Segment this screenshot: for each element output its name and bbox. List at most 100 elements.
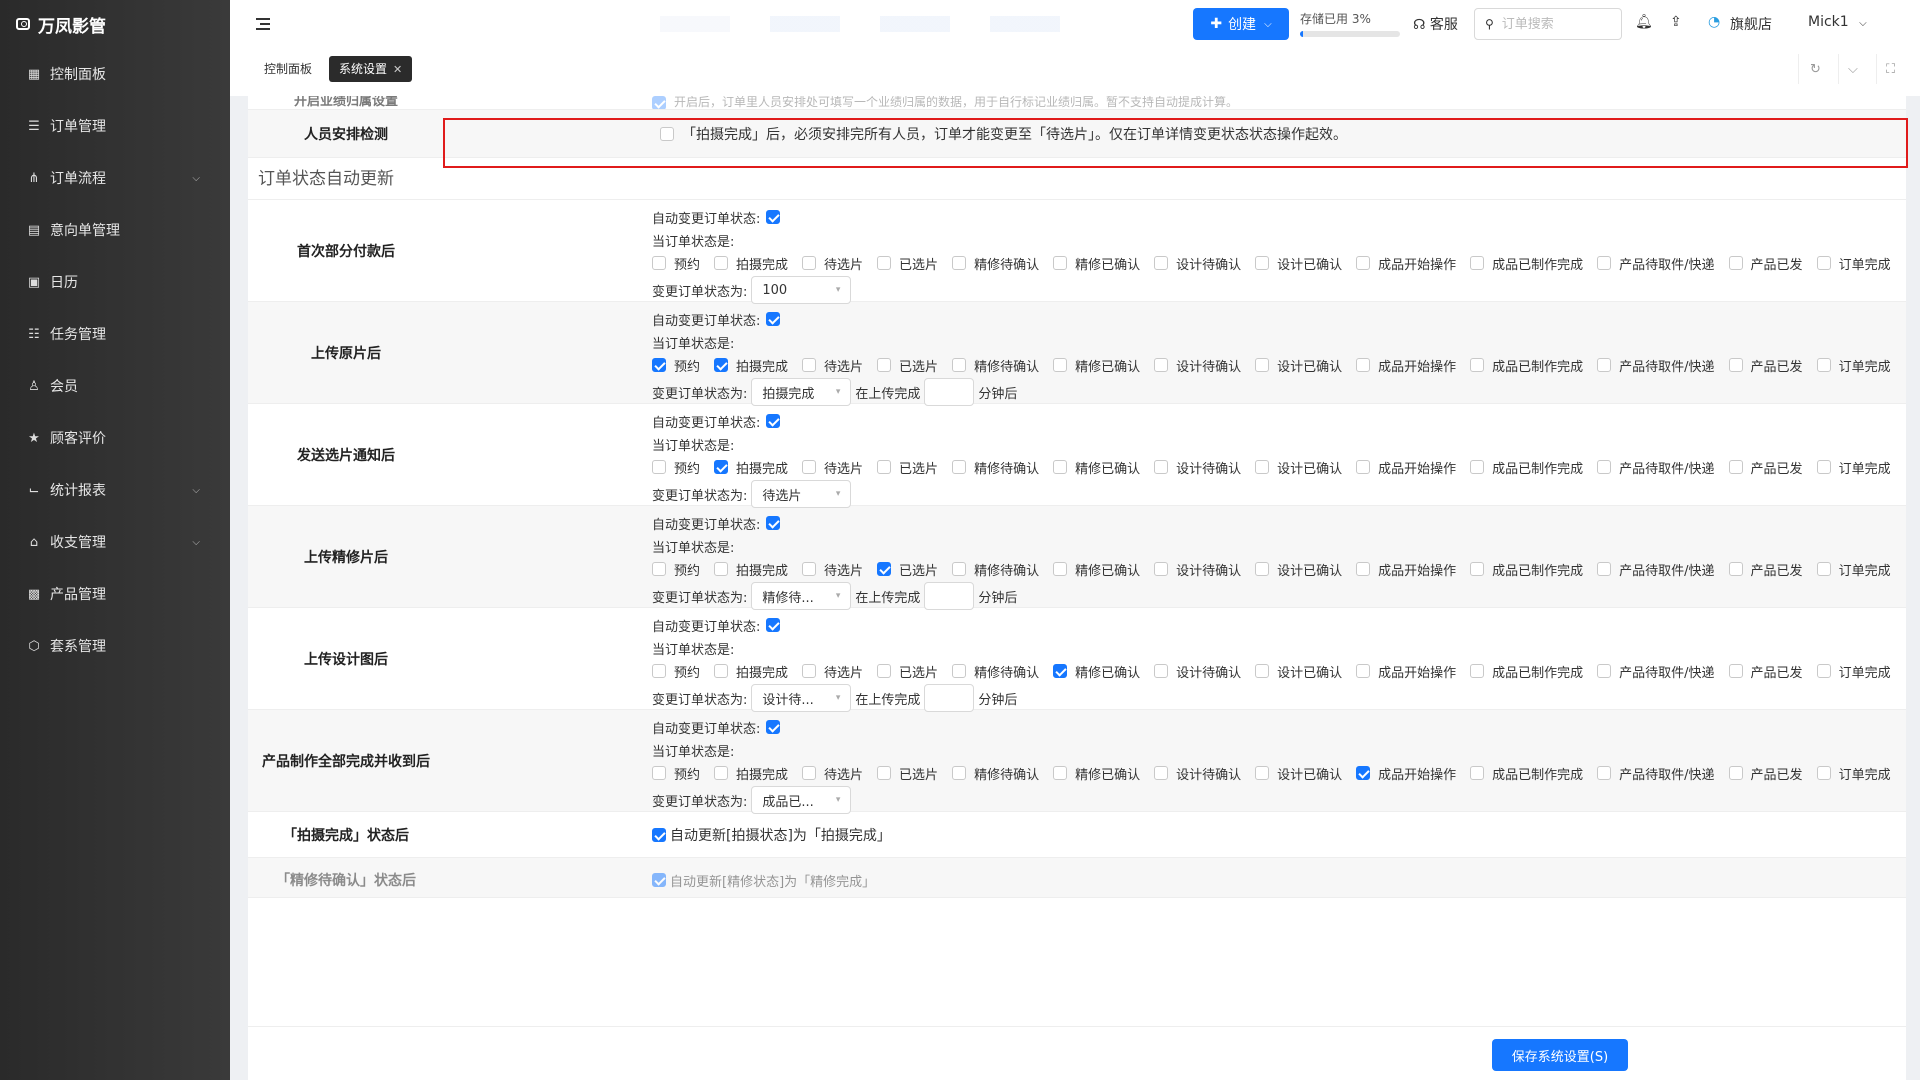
status-checkbox[interactable] [1728, 460, 1743, 474]
status-option[interactable]: 预约 [652, 764, 700, 783]
status-checkbox[interactable] [714, 562, 729, 576]
status-option[interactable]: 精修已确认 [1053, 662, 1140, 681]
status-option[interactable]: 已选片 [877, 356, 938, 375]
auto-change-checkbox[interactable] [766, 312, 781, 326]
status-option[interactable]: 产品待取件/快递 [1597, 764, 1715, 783]
status-checkbox[interactable] [1154, 460, 1169, 474]
create-button[interactable]: ✚ 创建 ⌵ [1193, 8, 1289, 40]
status-checkbox[interactable] [877, 460, 892, 474]
status-checkbox[interactable] [952, 766, 967, 780]
status-checkbox[interactable] [1356, 256, 1371, 270]
sidebar-item-0[interactable]: ▦ 控制面板 [0, 48, 230, 100]
sidebar-item-4[interactable]: ▣ 日历 [0, 256, 230, 308]
status-option[interactable]: 已选片 [877, 458, 938, 477]
chevron-down-icon[interactable]: ⌵ [1848, 62, 1858, 77]
status-option[interactable]: 预约 [652, 356, 700, 375]
status-option[interactable]: 拍摄完成 [714, 458, 788, 477]
status-checkbox[interactable] [802, 766, 817, 780]
status-checkbox[interactable] [1816, 358, 1831, 372]
sidebar-item-9[interactable]: ⌂ 收支管理 ⌵ [0, 516, 230, 568]
user-menu[interactable]: Mick1 ⌵ [1808, 14, 1867, 30]
status-checkbox[interactable] [714, 460, 729, 474]
staff-check-option[interactable]: 「拍摄完成」后，必须安排完所有人员，订单才能变更至「待选片」。仅在订单详情变更状… [660, 124, 1347, 144]
status-option[interactable]: 成品已制作完成 [1470, 662, 1583, 681]
auto-change-checkbox[interactable] [766, 720, 781, 734]
status-option[interactable]: 成品已制作完成 [1470, 254, 1583, 273]
status-checkbox[interactable] [1597, 256, 1612, 270]
status-checkbox[interactable] [1255, 562, 1270, 576]
close-icon[interactable]: ✕ [393, 63, 402, 76]
status-checkbox[interactable] [1154, 766, 1169, 780]
status-checkbox[interactable] [1597, 358, 1612, 372]
status-option[interactable]: 设计待确认 [1154, 458, 1241, 477]
status-option[interactable]: 产品已发 [1728, 662, 1803, 681]
status-checkbox[interactable] [1356, 766, 1371, 780]
status-option[interactable]: 产品待取件/快递 [1597, 356, 1715, 375]
sidebar-item-7[interactable]: ★ 顾客评价 [0, 412, 230, 464]
status-option[interactable]: 精修已确认 [1053, 254, 1140, 273]
status-option[interactable]: 已选片 [877, 254, 938, 273]
menu-toggle-icon[interactable] [256, 18, 272, 30]
status-checkbox[interactable] [1053, 460, 1068, 474]
status-checkbox[interactable] [652, 766, 666, 780]
status-checkbox[interactable] [1053, 766, 1068, 780]
status-option[interactable]: 待选片 [802, 254, 863, 273]
status-option[interactable]: 已选片 [877, 662, 938, 681]
status-option[interactable]: 产品已发 [1728, 458, 1803, 477]
status-option[interactable]: 待选片 [802, 560, 863, 579]
status-option[interactable]: 成品开始操作 [1356, 662, 1456, 681]
status-checkbox[interactable] [1816, 766, 1831, 780]
status-checkbox[interactable] [652, 664, 666, 678]
sidebar-item-10[interactable]: ▩ 产品管理 [0, 568, 230, 620]
status-option[interactable]: 产品已发 [1728, 560, 1803, 579]
status-option[interactable]: 产品已发 [1728, 254, 1803, 273]
status-option[interactable]: 预约 [652, 458, 700, 477]
status-checkbox[interactable] [1470, 562, 1485, 576]
status-checkbox[interactable] [952, 358, 967, 372]
status-checkbox[interactable] [1255, 766, 1270, 780]
status-checkbox[interactable] [802, 562, 817, 576]
status-checkbox[interactable] [1597, 766, 1612, 780]
status-checkbox[interactable] [1470, 766, 1485, 780]
target-status-select[interactable]: 成品已... ▾ [751, 786, 852, 814]
status-option[interactable]: 订单完成 [1816, 356, 1891, 375]
status-option[interactable]: 精修待确认 [952, 356, 1039, 375]
status-checkbox[interactable] [1728, 766, 1743, 780]
brand[interactable]: 万凤影管 [0, 0, 230, 48]
status-checkbox[interactable] [1816, 256, 1831, 270]
sidebar-item-5[interactable]: ☷ 任务管理 [0, 308, 230, 360]
sidebar-item-2[interactable]: ⋔ 订单流程 ⌵ [0, 152, 230, 204]
status-option[interactable]: 待选片 [802, 356, 863, 375]
delay-minutes-input[interactable] [924, 684, 975, 712]
auto-change-checkbox[interactable] [766, 516, 781, 530]
status-option[interactable]: 设计已确认 [1255, 662, 1342, 681]
status-checkbox[interactable] [1053, 256, 1068, 270]
status-option[interactable]: 产品待取件/快递 [1597, 458, 1715, 477]
status-checkbox[interactable] [802, 358, 817, 372]
status-checkbox[interactable] [1470, 256, 1485, 270]
sidebar-item-6[interactable]: ♙ 会员 [0, 360, 230, 412]
sidebar-item-1[interactable]: ☰ 订单管理 [0, 100, 230, 152]
status-checkbox[interactable] [1053, 562, 1068, 576]
status-option[interactable]: 精修待确认 [952, 662, 1039, 681]
status-checkbox[interactable] [1728, 358, 1743, 372]
search-input[interactable] [1501, 16, 1612, 32]
auto-change-checkbox[interactable] [766, 618, 781, 632]
target-status-select[interactable]: 待选片 ▾ [751, 480, 852, 508]
status-option[interactable]: 订单完成 [1816, 458, 1891, 477]
status-option[interactable]: 拍摄完成 [714, 254, 788, 273]
status-option[interactable]: 订单完成 [1816, 560, 1891, 579]
status-option[interactable]: 精修待确认 [952, 560, 1039, 579]
refresh-icon[interactable]: ↻ [1810, 62, 1821, 77]
status-option[interactable]: 拍摄完成 [714, 560, 788, 579]
status-option[interactable]: 精修待确认 [952, 458, 1039, 477]
status-checkbox[interactable] [1728, 256, 1743, 270]
status-option[interactable]: 设计待确认 [1154, 662, 1241, 681]
status-option[interactable]: 订单完成 [1816, 254, 1891, 273]
status-checkbox[interactable] [652, 256, 666, 270]
status-checkbox[interactable] [877, 766, 892, 780]
status-checkbox[interactable] [1356, 358, 1371, 372]
target-status-select[interactable]: 设计待... ▾ [751, 684, 852, 712]
delay-minutes-input[interactable] [924, 378, 975, 406]
status-option[interactable]: 预约 [652, 254, 700, 273]
